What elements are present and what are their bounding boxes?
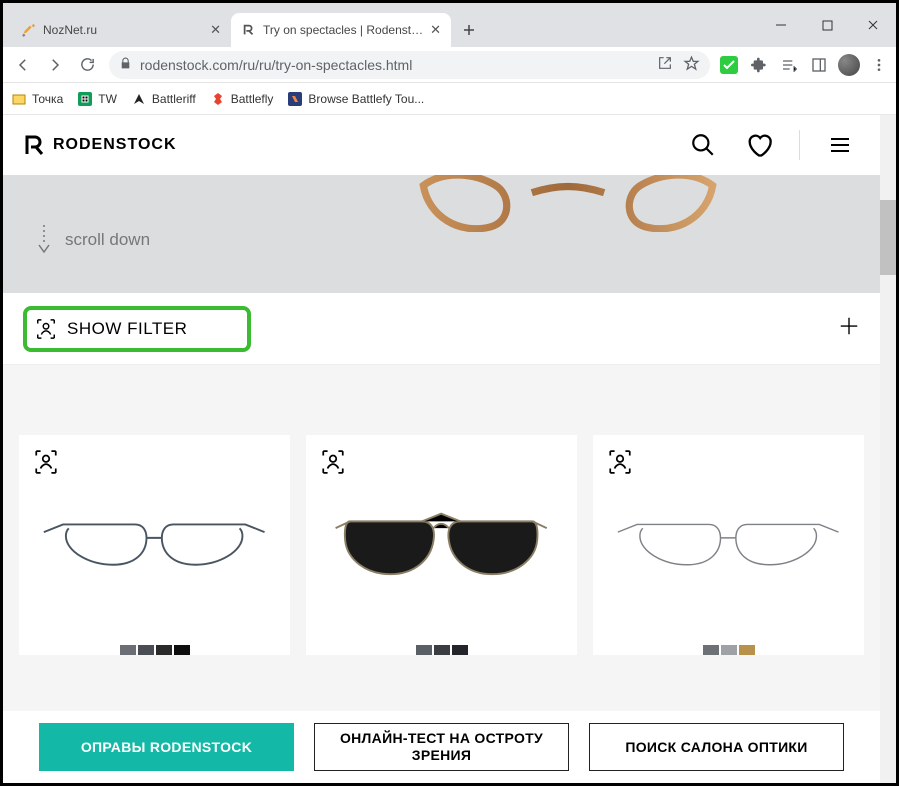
url-text: rodenstock.com/ru/ru/try-on-spectacles.h…: [140, 57, 649, 73]
bookmark-label: Battlefly: [231, 92, 274, 106]
scroll-label: scroll down: [65, 230, 150, 250]
lock-icon: [119, 57, 132, 73]
product-card[interactable]: [19, 435, 290, 655]
glasses-thumb: [613, 511, 843, 578]
hamburger-menu[interactable]: [820, 125, 860, 165]
scrollbar[interactable]: [880, 115, 896, 783]
bookmark[interactable]: TW: [77, 91, 117, 107]
reload-button[interactable]: [73, 51, 101, 79]
color-swatches[interactable]: [703, 645, 755, 655]
sunglasses-thumb: [326, 507, 556, 584]
expand-button[interactable]: [838, 315, 860, 342]
battlefly-icon: [210, 91, 226, 107]
color-swatches[interactable]: [416, 645, 468, 655]
close-icon[interactable]: ✕: [430, 22, 441, 38]
bookmark-label: TW: [98, 92, 117, 106]
forward-button[interactable]: [41, 51, 69, 79]
bookmark[interactable]: Battlefly: [210, 91, 274, 107]
search-button[interactable]: [683, 125, 723, 165]
close-icon[interactable]: ✕: [210, 22, 221, 38]
logo-icon: [23, 133, 47, 157]
star-icon[interactable]: [683, 55, 700, 75]
cta-label: ОПРАВЫ RODENSTOCK: [81, 739, 252, 756]
address-bar[interactable]: rodenstock.com/ru/ru/try-on-spectacles.h…: [109, 51, 710, 79]
hero-glasses-icon: [413, 175, 723, 232]
close-window-button[interactable]: [850, 3, 896, 47]
share-icon[interactable]: [657, 55, 673, 75]
site-header: RODENSTOCK: [3, 115, 880, 175]
show-filter-button[interactable]: SHOW FILTER: [23, 306, 251, 352]
product-card[interactable]: [593, 435, 864, 655]
minimize-button[interactable]: [758, 3, 804, 47]
product-card[interactable]: [306, 435, 577, 655]
hero-banner: scroll down: [3, 175, 880, 293]
folder-icon: [11, 91, 27, 107]
bookmarks-bar: Точка TW Battleriff Battlefly Browse Bat…: [3, 83, 896, 115]
tab-noznet[interactable]: NozNet.ru ✕: [11, 13, 231, 47]
bookmark[interactable]: Точка: [11, 91, 63, 107]
tryon-icon[interactable]: [320, 449, 346, 480]
cta-label: ОНЛАЙН-ТЕСТ НА ОСТРОТУ ЗРЕНИЯ: [323, 730, 560, 764]
maximize-button[interactable]: [804, 3, 850, 47]
brand-name: RODENSTOCK: [53, 136, 177, 154]
scroll-down-hint[interactable]: scroll down: [37, 225, 150, 255]
bookmark-label: Точка: [32, 92, 63, 106]
back-button[interactable]: [9, 51, 37, 79]
product-grid: [3, 365, 880, 711]
cta-label: ПОИСК САЛОНА ОПТИКИ: [625, 739, 807, 756]
tab-rodenstock[interactable]: Try on spectacles | Rodenstock ✕: [231, 13, 451, 47]
menu-icon[interactable]: [868, 54, 890, 76]
cta-online-test[interactable]: ОНЛАЙН-ТЕСТ НА ОСТРОТУ ЗРЕНИЯ: [314, 723, 569, 771]
titlebar: NozNet.ru ✕ Try on spectacles | Rodensto…: [3, 3, 896, 47]
wrench-icon: [21, 22, 37, 38]
tryon-icon[interactable]: [33, 449, 59, 480]
tab-title: NozNet.ru: [43, 23, 204, 37]
extension-check-icon[interactable]: [718, 54, 740, 76]
reading-list-icon[interactable]: [778, 54, 800, 76]
glasses-thumb: [39, 511, 269, 578]
brand-logo[interactable]: RODENSTOCK: [23, 133, 177, 157]
cta-find-store[interactable]: ПОИСК САЛОНА ОПТИКИ: [589, 723, 844, 771]
divider: [799, 130, 800, 160]
new-tab-button[interactable]: [455, 16, 483, 44]
cta-frames[interactable]: ОПРАВЫ RODENSTOCK: [39, 723, 294, 771]
rodenstock-favicon-icon: [241, 22, 257, 38]
bookmark[interactable]: Battleriff: [131, 91, 196, 107]
browser-toolbar: rodenstock.com/ru/ru/try-on-spectacles.h…: [3, 47, 896, 83]
profile-avatar[interactable]: [838, 54, 860, 76]
color-swatches[interactable]: [120, 645, 190, 655]
arrow-down-icon: [37, 225, 51, 255]
bookmark-label: Browse Battlefy Tou...: [308, 92, 424, 106]
filter-label: SHOW FILTER: [67, 319, 187, 339]
scrollbar-thumb[interactable]: [880, 200, 896, 275]
tryon-icon: [35, 318, 57, 340]
extensions-icon[interactable]: [748, 54, 770, 76]
sheets-icon: [77, 91, 93, 107]
battleriff-icon: [131, 91, 147, 107]
favorites-button[interactable]: [739, 125, 779, 165]
filter-row: SHOW FILTER: [3, 293, 880, 365]
cta-bar: ОПРАВЫ RODENSTOCK ОНЛАЙН-ТЕСТ НА ОСТРОТУ…: [3, 711, 880, 783]
tab-title: Try on spectacles | Rodenstock: [263, 23, 424, 37]
bookmark-label: Battleriff: [152, 92, 196, 106]
bookmark[interactable]: Browse Battlefy Tou...: [287, 91, 424, 107]
battlefy-icon: [287, 91, 303, 107]
tryon-icon[interactable]: [607, 449, 633, 480]
sidepanel-icon[interactable]: [808, 54, 830, 76]
